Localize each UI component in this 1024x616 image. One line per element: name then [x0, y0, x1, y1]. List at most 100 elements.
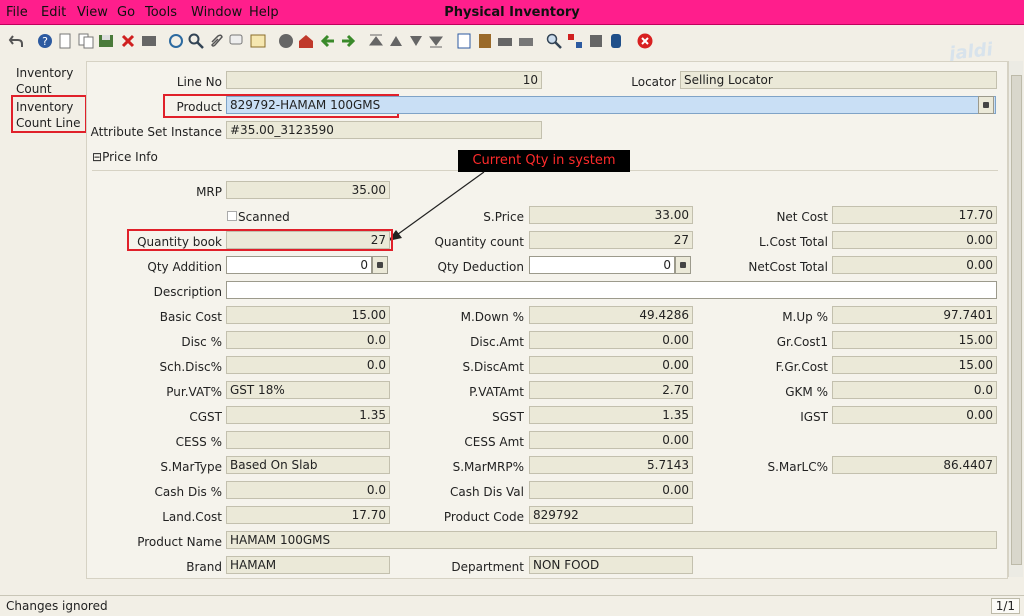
menu-help[interactable]: Help [249, 5, 279, 20]
net-cost-field[interactable]: 17.70 [832, 206, 997, 224]
workflow-start-icon[interactable] [278, 33, 294, 49]
back-icon[interactable] [320, 33, 336, 49]
scrollbar-thumb[interactable] [1011, 75, 1022, 565]
igst-field[interactable]: 0.00 [832, 406, 997, 424]
cess-pct-field[interactable] [226, 431, 390, 449]
attachment-icon[interactable] [208, 33, 224, 49]
l-cost-total-field[interactable]: 0.00 [832, 231, 997, 249]
pur-vat-field[interactable]: GST 18% [226, 381, 390, 399]
chat-icon[interactable] [229, 33, 245, 49]
qty-addition-stepper[interactable] [372, 256, 388, 274]
archive-icon[interactable] [477, 33, 493, 49]
product-code-label: Product Code [443, 510, 524, 524]
cash-dis-pct-field[interactable]: 0.0 [226, 481, 390, 499]
last-record-icon[interactable] [428, 33, 444, 49]
s-mar-mrp-label: S.MarMRP% [452, 460, 524, 474]
disc-pct-label: Disc % [181, 335, 222, 349]
attribute-set-field[interactable]: #35.00_3123590 [226, 121, 542, 139]
home-icon[interactable] [298, 33, 314, 49]
close-icon[interactable] [637, 33, 653, 49]
previous-record-icon[interactable] [388, 33, 404, 49]
pur-vat-label: Pur.VAT% [166, 385, 222, 399]
basic-cost-field[interactable]: 15.00 [226, 306, 390, 324]
scanned-checkbox[interactable] [227, 211, 237, 221]
m-down-field[interactable]: 49.4286 [529, 306, 693, 324]
sgst-label: SGST [492, 410, 524, 424]
refresh-icon[interactable] [168, 33, 184, 49]
cess-amt-field[interactable]: 0.00 [529, 431, 693, 449]
igst-label: IGST [800, 410, 828, 424]
product-code-field[interactable]: 829792 [529, 506, 693, 524]
zoom-icon[interactable] [546, 33, 562, 49]
f-gr-cost-field[interactable]: 15.00 [832, 356, 997, 374]
brand-field[interactable]: HAMAM [226, 556, 390, 574]
find-icon[interactable] [188, 33, 204, 49]
product-name-field[interactable]: HAMAM 100GMS [226, 531, 997, 549]
s-mar-type-field[interactable]: Based On Slab [226, 456, 390, 474]
product-field[interactable]: 829792-HAMAM 100GMS [226, 96, 996, 114]
next-record-icon[interactable] [408, 33, 424, 49]
menu-tools[interactable]: Tools [145, 5, 177, 20]
s-mar-mrp-field[interactable]: 5.7143 [529, 456, 693, 474]
gkm-field[interactable]: 0.0 [832, 381, 997, 399]
sgst-field[interactable]: 1.35 [529, 406, 693, 424]
cgst-field[interactable]: 1.35 [226, 406, 390, 424]
undo-icon[interactable] [8, 33, 24, 49]
cash-dis-val-field[interactable]: 0.00 [529, 481, 693, 499]
svg-text:?: ? [42, 35, 48, 48]
lock-icon[interactable] [588, 33, 604, 49]
s-price-field[interactable]: 33.00 [529, 206, 693, 224]
sch-disc-label: Sch.Disc% [159, 360, 222, 374]
delete-icon[interactable] [120, 33, 136, 49]
quantity-count-field[interactable]: 27 [529, 231, 693, 249]
qty-addition-field[interactable]: 0 [226, 256, 372, 274]
report-icon[interactable] [456, 33, 472, 49]
department-field[interactable]: NON FOOD [529, 556, 693, 574]
tab-highlight [11, 95, 87, 133]
mrp-field[interactable]: 35.00 [226, 181, 390, 199]
p-vat-amt-field[interactable]: 2.70 [529, 381, 693, 399]
quantity-book-field[interactable]: 27 [226, 231, 390, 249]
help-icon[interactable]: ? [37, 33, 53, 49]
qty-deduction-field[interactable]: 0 [529, 256, 675, 274]
description-label: Description [153, 285, 222, 299]
print-preview-icon[interactable] [497, 33, 513, 49]
line-no-field[interactable]: 10 [226, 71, 542, 89]
toolbar: ? jaldi [0, 25, 1024, 65]
menu-window[interactable]: Window [191, 5, 242, 20]
cess-pct-label: CESS % [175, 435, 222, 449]
sch-disc-field[interactable]: 0.0 [226, 356, 390, 374]
disc-pct-field[interactable]: 0.0 [226, 331, 390, 349]
land-cost-field[interactable]: 17.70 [226, 506, 390, 524]
menu-file[interactable]: File [6, 5, 28, 20]
first-record-icon[interactable] [368, 33, 384, 49]
s-mar-lc-field[interactable]: 86.4407 [832, 456, 997, 474]
tab-inventory-count[interactable]: Inventory Count [16, 65, 86, 97]
menu-view[interactable]: View [77, 5, 108, 20]
vertical-scrollbar[interactable] [1008, 61, 1023, 577]
product-label[interactable]: Product [168, 100, 222, 114]
locator-field[interactable]: Selling Locator [680, 71, 997, 89]
menu-edit[interactable]: Edit [41, 5, 66, 20]
qty-deduction-label: Qty Deduction [437, 260, 525, 274]
copy-icon[interactable] [78, 33, 94, 49]
menu-go[interactable]: Go [117, 5, 135, 20]
net-cost-total-field[interactable]: 0.00 [832, 256, 997, 274]
qty-deduction-stepper[interactable] [675, 256, 691, 274]
new-icon[interactable] [57, 33, 73, 49]
product-lookup-button[interactable] [978, 96, 994, 114]
disc-amt-field[interactable]: 0.00 [529, 331, 693, 349]
price-info-section[interactable]: ⊟Price Info [92, 150, 158, 164]
forward-icon[interactable] [340, 33, 356, 49]
workflow-icon[interactable] [567, 33, 583, 49]
database-icon[interactable] [608, 33, 624, 49]
description-field[interactable] [226, 281, 997, 299]
s-disc-amt-field[interactable]: 0.00 [529, 356, 693, 374]
gr-cost1-field[interactable]: 15.00 [832, 331, 997, 349]
quantity-book-label: Quantity book [137, 235, 222, 249]
save-icon[interactable] [98, 33, 114, 49]
m-up-field[interactable]: 97.7401 [832, 306, 997, 324]
print-icon[interactable] [141, 33, 157, 49]
history-icon[interactable] [250, 33, 266, 49]
print-alt-icon[interactable] [518, 33, 534, 49]
